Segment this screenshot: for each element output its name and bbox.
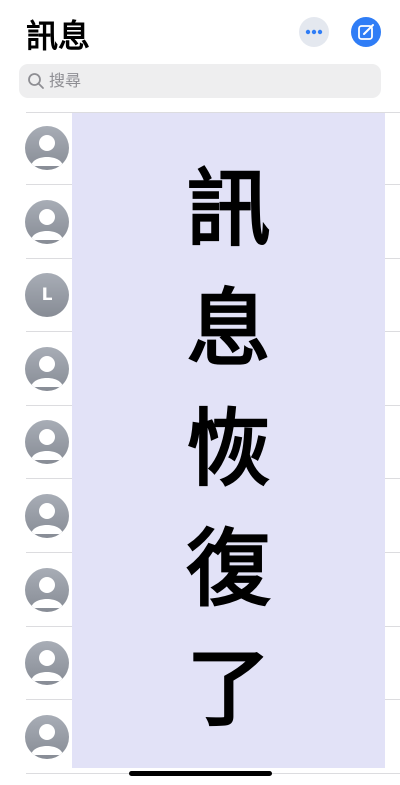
search-placeholder: 搜尋 [49, 71, 82, 90]
compose-button[interactable] [351, 17, 381, 47]
overlay-banner: 訊息恢復了 [72, 113, 385, 768]
banner-character: 恢 [186, 400, 271, 498]
banner-character: 訊 [186, 160, 271, 258]
avatar-person-icon [25, 567, 69, 612]
banner-character: 復 [186, 520, 271, 618]
search-field[interactable]: 搜尋 [19, 64, 381, 98]
avatar-person-icon [25, 126, 69, 170]
banner-character: 息 [186, 280, 271, 378]
avatar-person-icon [25, 346, 69, 391]
home-indicator[interactable] [129, 771, 272, 776]
avatar-person-icon [25, 199, 69, 244]
magnifier-icon [28, 73, 44, 89]
ellipsis-icon [305, 29, 323, 35]
compose-icon [358, 24, 374, 40]
banner-text: 訊息恢復了 [72, 149, 385, 749]
avatar-person-icon [25, 494, 69, 538]
page-title: 訊息 [26, 17, 91, 55]
more-button[interactable] [299, 17, 329, 47]
banner-character: 了 [186, 640, 271, 738]
avatar-person-icon [25, 420, 69, 465]
avatar-person-icon [25, 714, 69, 759]
avatar-initial: L [25, 273, 69, 318]
avatar-initial-text: L [41, 285, 53, 306]
avatar-person-icon [25, 641, 69, 686]
